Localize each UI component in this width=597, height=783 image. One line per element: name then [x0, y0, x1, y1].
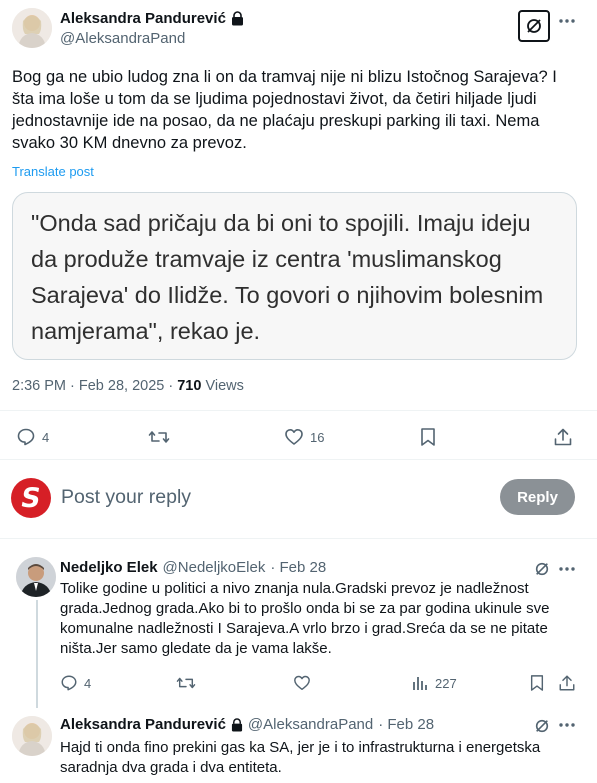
like-action[interactable]: [293, 674, 311, 692]
repost-action[interactable]: [148, 427, 170, 447]
image-quote-text: "Onda sad pričaju da bi oni to spojili. …: [31, 210, 544, 344]
post-image[interactable]: "Onda sad pričaju da bi oni to spojili. …: [12, 192, 577, 360]
brand-logo-letter: S: [18, 482, 44, 514]
bookmark-icon: [419, 427, 437, 447]
repost-icon: [176, 674, 196, 692]
reply-author-handle[interactable]: @AleksandraPand: [248, 716, 373, 733]
thread-line: [36, 600, 38, 708]
reply-icon: [16, 427, 36, 447]
reply-button[interactable]: Reply: [500, 479, 575, 515]
heart-icon: [293, 674, 311, 692]
grok-icon[interactable]: [534, 561, 550, 577]
views-label: Views: [201, 378, 244, 394]
more-options-icon[interactable]: [558, 722, 576, 728]
reply-time[interactable]: · Feb 28: [378, 716, 434, 733]
author-handle[interactable]: @AleksandraPand: [60, 30, 185, 47]
like-count: 16: [310, 429, 325, 445]
share-action[interactable]: [553, 427, 573, 447]
avatar-image: [16, 557, 56, 597]
reply-avatar[interactable]: [12, 716, 52, 756]
repost-action[interactable]: [176, 674, 196, 692]
reply-text: Tolike godine u politici a nivo znanja n…: [60, 580, 550, 657]
post-text: Bog ga ne ubio ludog zna li on da tramva…: [12, 68, 557, 152]
reply-time[interactable]: · Feb 28: [270, 559, 326, 576]
bookmark-icon: [529, 674, 545, 692]
more-options-icon[interactable]: [558, 18, 576, 24]
share-icon: [558, 674, 576, 692]
divider: [0, 538, 597, 539]
share-action[interactable]: [558, 674, 576, 692]
post-timestamp[interactable]: 2:36 PM · Feb 28, 2025 ·: [12, 378, 177, 394]
bookmark-action[interactable]: [529, 674, 545, 692]
grok-icon[interactable]: [518, 10, 550, 42]
reply-input[interactable]: Post your reply: [61, 486, 191, 509]
share-icon: [553, 427, 573, 447]
reply-author-handle[interactable]: @NedeljkoElek: [163, 559, 266, 576]
heart-icon: [284, 427, 304, 447]
views-count: 227: [435, 675, 457, 691]
author-avatar[interactable]: [12, 8, 52, 48]
reply-count: 4: [42, 429, 50, 445]
reply-text: Hajd ti onda fino prekini gas ka SA, jer…: [60, 739, 541, 776]
grok-icon[interactable]: [534, 718, 550, 734]
reply-count: 4: [84, 675, 92, 691]
author-name[interactable]: Aleksandra Pandurević: [60, 10, 226, 27]
timestamp-row: 2:36 PM · Feb 28, 2025 · 710 Views: [12, 378, 244, 394]
reply-icon: [60, 674, 78, 692]
like-action[interactable]: 16: [284, 427, 324, 447]
composer-avatar: S: [11, 478, 51, 518]
analytics-icon: [411, 674, 429, 692]
more-options-icon[interactable]: [558, 566, 576, 572]
lock-icon: [231, 717, 243, 732]
divider: [0, 410, 597, 411]
reply-action[interactable]: 4: [16, 427, 49, 447]
reply-button-label: Reply: [517, 488, 558, 506]
views-action[interactable]: 227: [411, 674, 457, 692]
reply-avatar[interactable]: [16, 557, 56, 597]
reply-author-name[interactable]: Aleksandra Pandurević: [60, 716, 226, 733]
avatar-image: [12, 8, 52, 48]
repost-icon: [148, 427, 170, 447]
reply-action[interactable]: 4: [60, 674, 91, 692]
bookmark-action[interactable]: [419, 427, 437, 447]
views-count: 710: [177, 378, 202, 394]
translate-link[interactable]: Translate post: [12, 164, 94, 179]
lock-icon: [231, 11, 244, 26]
reply-author-name[interactable]: Nedeljko Elek: [60, 559, 158, 576]
divider: [0, 459, 597, 460]
avatar-image: [12, 716, 52, 756]
